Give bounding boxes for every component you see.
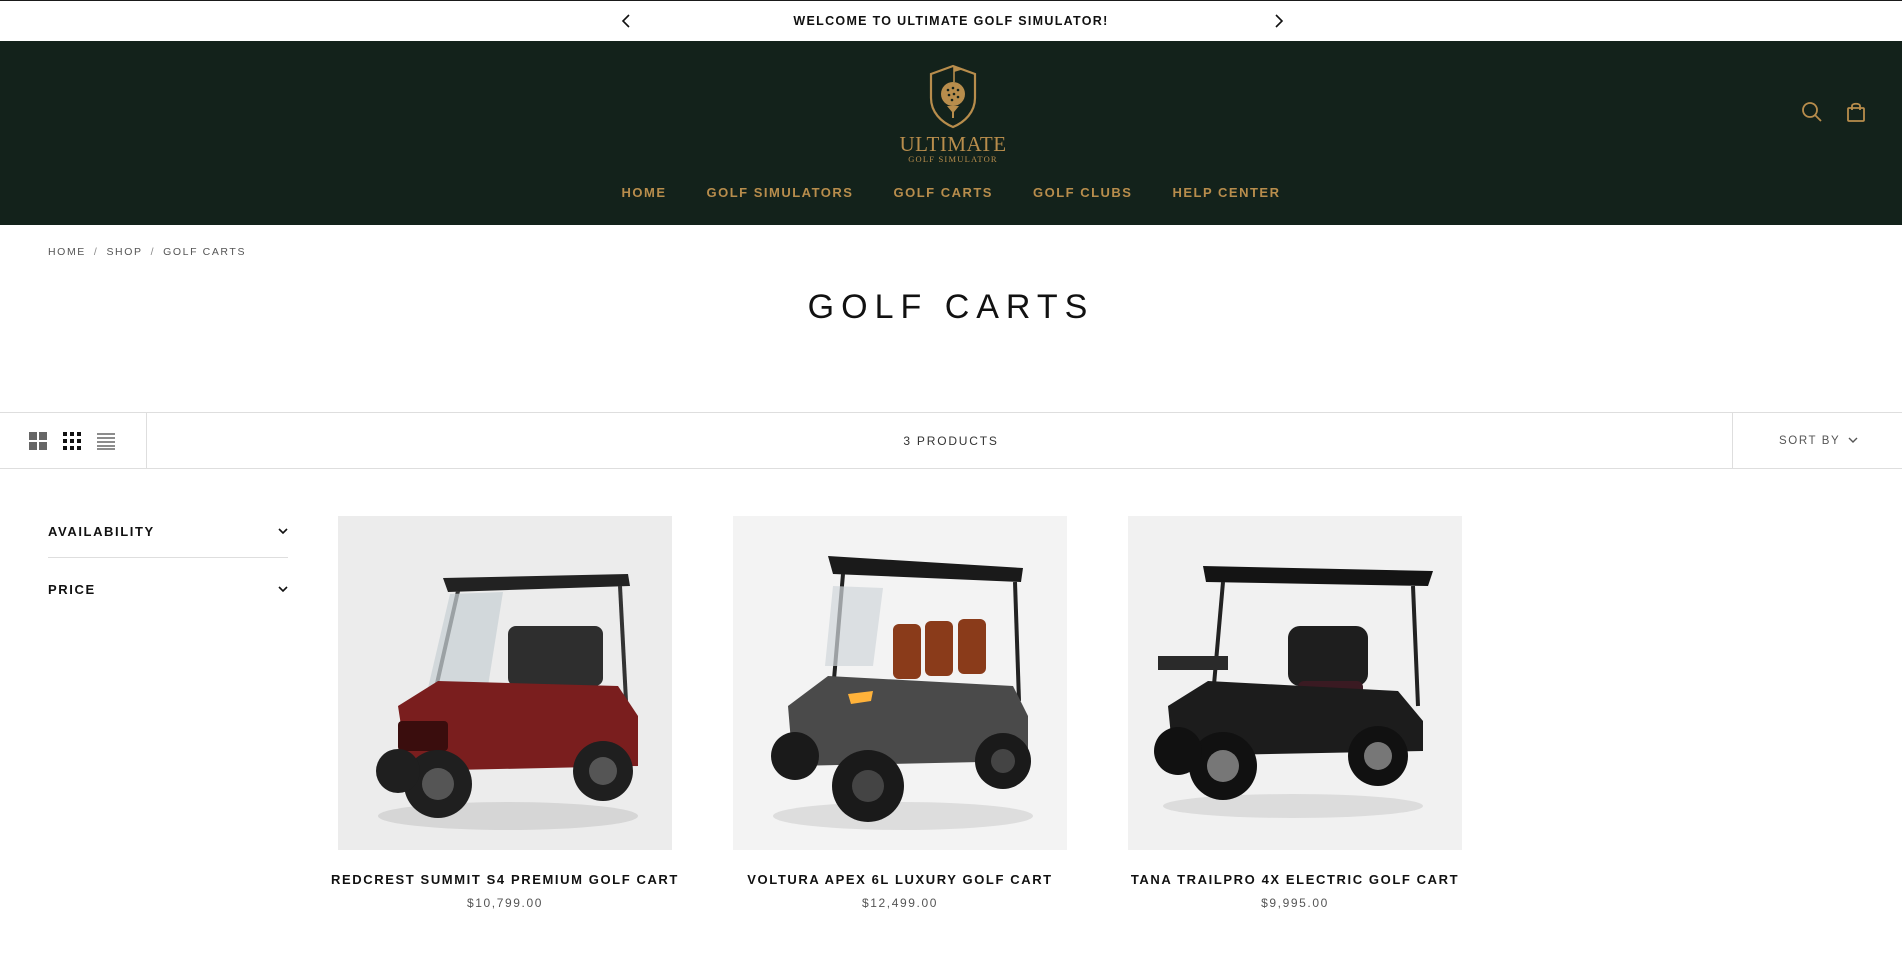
product-image[interactable]	[733, 516, 1067, 850]
filter-price[interactable]: PRICE	[48, 558, 288, 620]
nav-golf-carts[interactable]: GOLF CARTS	[893, 185, 993, 200]
nav-home[interactable]: HOME	[622, 185, 667, 200]
shopping-bag-icon[interactable]	[1845, 101, 1867, 123]
product-image[interactable]	[1128, 516, 1462, 850]
sort-by-button[interactable]: SORT BY	[1732, 413, 1902, 468]
chevron-down-icon	[1848, 437, 1858, 443]
product-name[interactable]: REDCREST SUMMIT S4 PREMIUM GOLF CART	[331, 872, 679, 887]
golf-crest-icon	[929, 64, 977, 129]
announcement-message: WELCOME TO ULTIMATE GOLF SIMULATOR!	[793, 14, 1109, 28]
product-price: $9,995.00	[1261, 896, 1329, 910]
breadcrumb-current: GOLF CARTS	[163, 246, 247, 258]
filter-sidebar: AVAILABILITY PRICE	[48, 505, 288, 620]
search-icon[interactable]	[1801, 101, 1823, 123]
breadcrumb-separator: /	[150, 246, 156, 258]
product-name[interactable]: TANA TRAILPRO 4X ELECTRIC GOLF CART	[1131, 872, 1459, 887]
site-header: ULTIMATE GOLF SIMULATOR HOME GOLF SIMULA…	[0, 41, 1902, 225]
product-grid: REDCREST SUMMIT S4 PREMIUM GOLF CART $10…	[331, 516, 1462, 910]
breadcrumb-home[interactable]: HOME	[48, 246, 86, 258]
chevron-down-icon	[278, 585, 288, 592]
main-navigation: HOME GOLF SIMULATORS GOLF CARTS GOLF CLU…	[0, 185, 1902, 200]
list-icon[interactable]	[97, 432, 115, 450]
logo-wordmark: ULTIMATE	[899, 132, 1007, 156]
breadcrumb: HOME / SHOP / GOLF CARTS	[48, 246, 246, 258]
nav-help-center[interactable]: HELP CENTER	[1172, 185, 1280, 200]
breadcrumb-shop[interactable]: SHOP	[106, 246, 142, 258]
product-card[interactable]: TANA TRAILPRO 4X ELECTRIC GOLF CART $9,9…	[1128, 516, 1462, 910]
grid-3-icon[interactable]	[63, 431, 81, 450]
chevron-right-icon[interactable]	[1268, 10, 1290, 32]
logo-subtitle: GOLF SIMULATOR	[908, 154, 998, 164]
product-card[interactable]: VOLTURA APEX 6L LUXURY GOLF CART $12,499…	[733, 516, 1067, 910]
layout-switcher	[0, 413, 147, 468]
nav-golf-clubs[interactable]: GOLF CLUBS	[1033, 185, 1133, 200]
grid-2-icon[interactable]	[29, 431, 47, 450]
sort-by-label: SORT BY	[1779, 434, 1841, 447]
filter-label: AVAILABILITY	[48, 523, 155, 539]
collection-toolbar: 3 PRODUCTS SORT BY	[0, 412, 1902, 469]
product-image[interactable]	[338, 516, 672, 850]
product-name[interactable]: VOLTURA APEX 6L LUXURY GOLF CART	[747, 872, 1052, 887]
product-price: $12,499.00	[861, 896, 939, 910]
page-title: GOLF CARTS	[807, 288, 1095, 326]
breadcrumb-separator: /	[93, 246, 99, 258]
filter-availability[interactable]: AVAILABILITY	[48, 505, 288, 558]
announcement-bar: WELCOME TO ULTIMATE GOLF SIMULATOR!	[0, 0, 1902, 41]
header-actions	[1801, 101, 1867, 123]
chevron-down-icon	[278, 527, 288, 534]
product-card[interactable]: REDCREST SUMMIT S4 PREMIUM GOLF CART $10…	[331, 516, 677, 910]
nav-golf-simulators[interactable]: GOLF SIMULATORS	[707, 185, 854, 200]
filter-label: PRICE	[48, 581, 96, 597]
site-logo[interactable]: ULTIMATE GOLF SIMULATOR	[895, 60, 1011, 172]
product-price: $10,799.00	[466, 896, 544, 910]
chevron-left-icon[interactable]	[615, 10, 637, 32]
product-count: 3 PRODUCTS	[903, 433, 999, 448]
